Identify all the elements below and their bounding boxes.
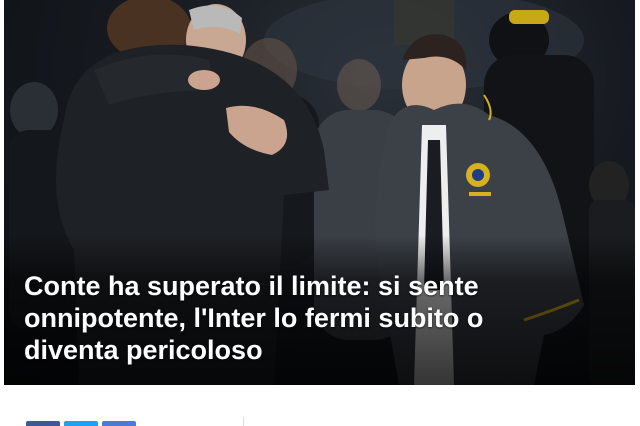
email-share-button[interactable] — [102, 421, 136, 426]
facebook-share-button[interactable] — [26, 421, 60, 426]
divider — [243, 417, 244, 426]
share-bar — [26, 421, 136, 426]
article-hero[interactable]: Conte ha superato il limite: si sente on… — [4, 0, 635, 385]
article-headline[interactable]: Conte ha superato il limite: si sente on… — [24, 270, 545, 366]
twitter-share-button[interactable] — [64, 421, 98, 426]
